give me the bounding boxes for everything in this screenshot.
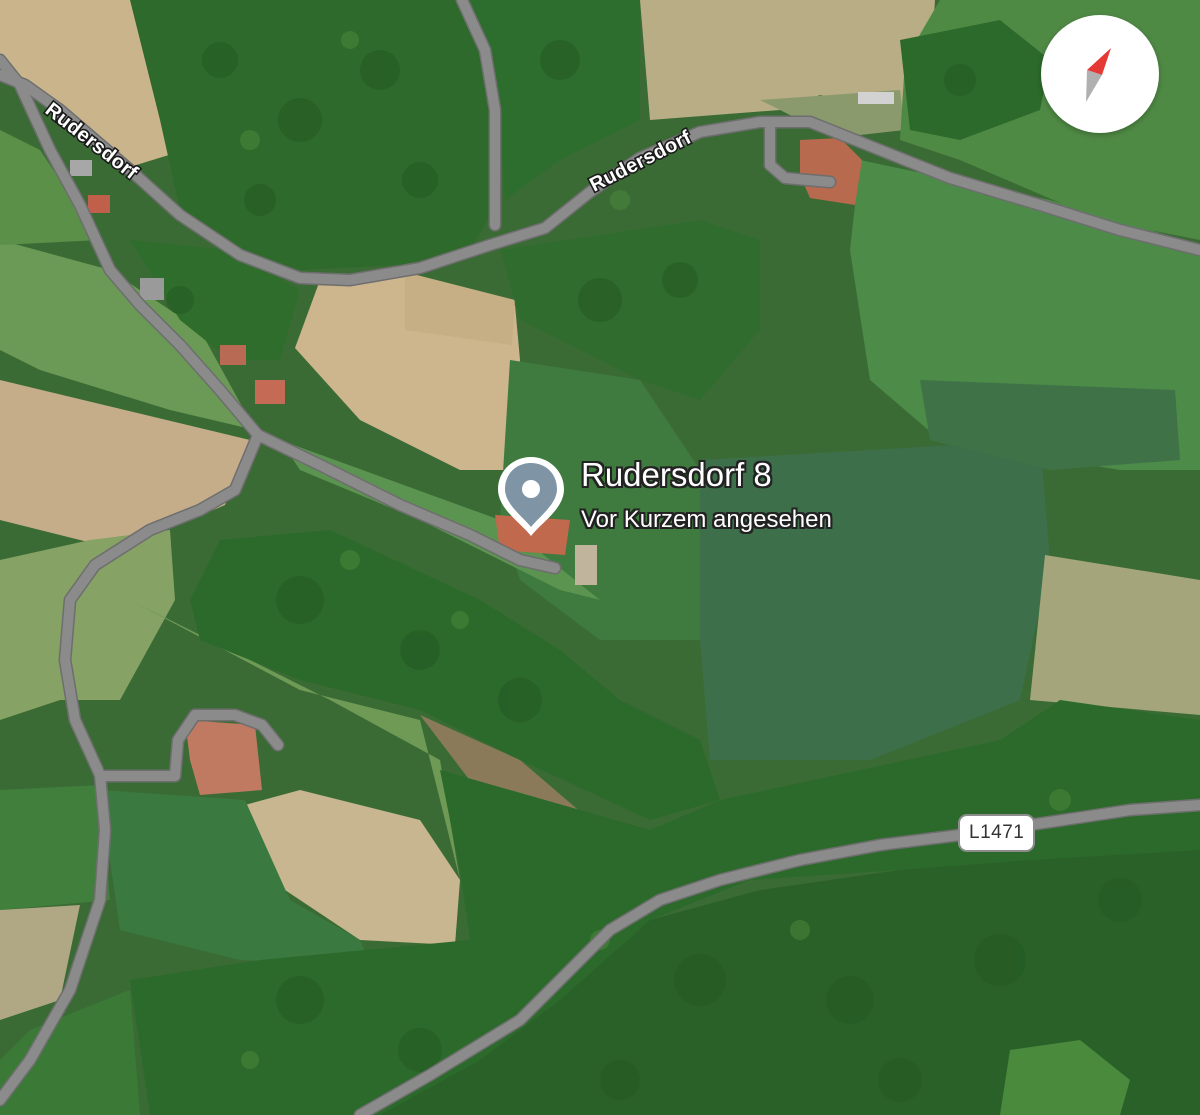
satellite-map[interactable]: Rudersdorf Rudersdorf L1471 Rudersdorf 8… bbox=[0, 0, 1200, 1115]
compass-icon bbox=[1086, 48, 1111, 102]
satellite-imagery: Rudersdorf Rudersdorf bbox=[0, 0, 1200, 1115]
place-subtitle: Vor Kurzem angesehen bbox=[581, 506, 832, 533]
place-title[interactable]: Rudersdorf 8 bbox=[581, 456, 772, 494]
route-shield-l1471: L1471 bbox=[958, 814, 1036, 852]
place-pin-icon[interactable] bbox=[494, 454, 568, 538]
compass-button[interactable] bbox=[1041, 15, 1159, 133]
